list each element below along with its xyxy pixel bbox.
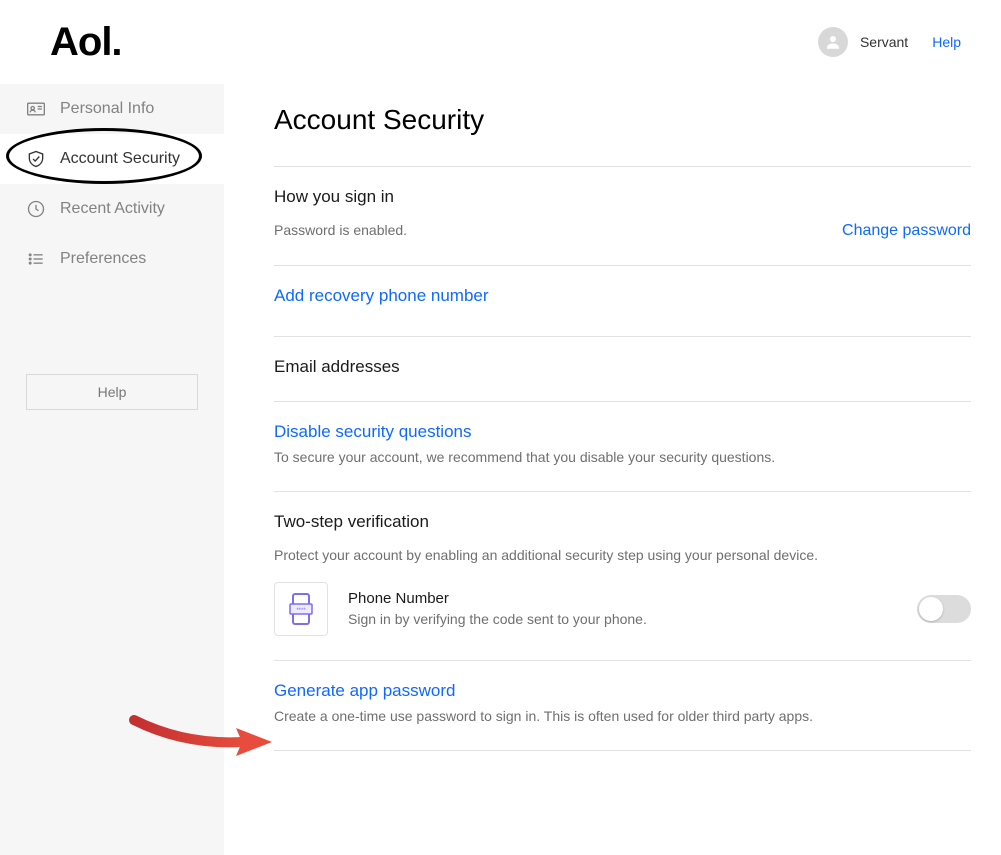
shield-icon — [26, 149, 46, 169]
app-password-desc: Create a one-time use password to sign i… — [274, 707, 971, 727]
section-signin: How you sign in Password is enabled. Cha… — [274, 166, 971, 265]
tsv-method-desc: Sign in by verifying the code sent to yo… — [348, 611, 647, 627]
page-title: Account Security — [274, 104, 971, 136]
sidebar-help-button[interactable]: Help — [26, 374, 198, 410]
sidebar-item-account-security[interactable]: Account Security — [0, 134, 224, 184]
sidebar-item-label: Preferences — [60, 250, 146, 268]
section-app-password: Generate app password Create a one-time … — [274, 660, 971, 751]
generate-app-password-link[interactable]: Generate app password — [274, 681, 455, 701]
section-emails: Email addresses — [274, 336, 971, 401]
change-password-link[interactable]: Change password — [842, 222, 971, 240]
sidebar: Personal Info Account Security Recent Ac… — [0, 84, 224, 855]
id-card-icon — [26, 99, 46, 119]
sidebar-item-preferences[interactable]: Preferences — [0, 234, 224, 284]
sidebar-item-recent-activity[interactable]: Recent Activity — [0, 184, 224, 234]
section-two-step: Two-step verification Protect your accou… — [274, 491, 971, 660]
sidebar-item-label: Account Security — [60, 150, 180, 168]
username: Servant — [860, 34, 908, 50]
header: Aol. Servant Help — [0, 0, 1001, 84]
tsv-heading: Two-step verification — [274, 512, 971, 532]
section-security-questions: Disable security questions To secure you… — [274, 401, 971, 492]
header-help-link[interactable]: Help — [932, 34, 961, 50]
user-icon — [824, 33, 842, 51]
svg-text:****: **** — [296, 608, 306, 614]
add-recovery-phone-link[interactable]: Add recovery phone number — [274, 286, 489, 306]
sidebar-item-personal-info[interactable]: Personal Info — [0, 84, 224, 134]
signin-status: Password is enabled. — [274, 221, 407, 241]
security-questions-desc: To secure your account, we recommend tha… — [274, 448, 971, 468]
user-block[interactable]: Servant — [818, 27, 908, 57]
avatar — [818, 27, 848, 57]
emails-heading: Email addresses — [274, 357, 971, 377]
tsv-method-title: Phone Number — [348, 590, 647, 607]
list-icon — [26, 249, 46, 269]
header-right: Servant Help — [818, 27, 961, 57]
tsv-desc: Protect your account by enabling an addi… — [274, 546, 971, 566]
disable-security-questions-link[interactable]: Disable security questions — [274, 422, 471, 442]
tsv-toggle[interactable] — [917, 595, 971, 623]
main-content: Account Security How you sign in Passwor… — [224, 84, 1001, 855]
sidebar-item-label: Personal Info — [60, 100, 154, 118]
signin-heading: How you sign in — [274, 187, 971, 207]
sidebar-item-label: Recent Activity — [60, 200, 165, 218]
phone-code-icon: **** — [274, 582, 328, 636]
section-recovery: Add recovery phone number — [274, 265, 971, 336]
clock-icon — [26, 199, 46, 219]
logo: Aol. — [50, 20, 122, 65]
